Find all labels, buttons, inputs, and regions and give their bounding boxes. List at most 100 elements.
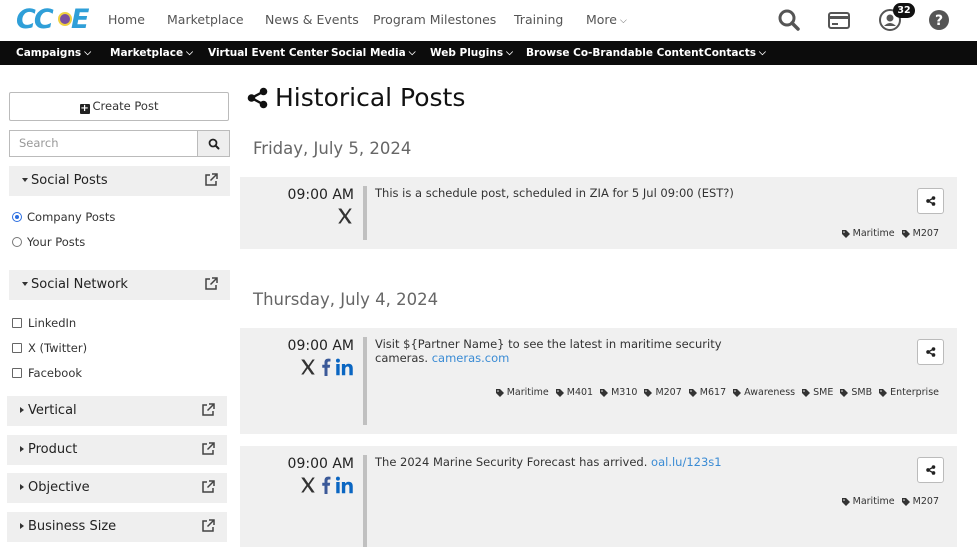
post-tags: Maritime M207 — [841, 228, 939, 239]
tag[interactable]: Maritime — [841, 496, 895, 507]
caret-right-icon — [20, 484, 24, 490]
subnav-contacts[interactable]: Contacts ⌵ — [704, 47, 766, 59]
external-link-icon[interactable] — [201, 442, 215, 456]
chevron-down-icon: ⌵ — [506, 48, 513, 58]
checkbox-twitter[interactable]: X (Twitter) — [12, 341, 87, 355]
search-icon — [208, 138, 220, 150]
post-networks — [299, 476, 354, 496]
tag[interactable]: Awareness — [733, 387, 795, 398]
date-heading: Thursday, July 4, 2024 — [253, 290, 439, 309]
subnav-social-media-label: Social Media — [331, 47, 406, 59]
tag[interactable]: M617 — [688, 387, 726, 398]
nav-marketplace[interactable]: Marketplace — [167, 12, 244, 27]
subnav-browse-content[interactable]: Browse Co-Brandable Content — [526, 47, 704, 59]
radio-your-posts[interactable]: Your Posts — [12, 235, 85, 249]
tag-label: Enterprise — [890, 387, 939, 398]
post-time: 09:00 AM — [287, 338, 354, 354]
nav-home[interactable]: Home — [108, 12, 145, 27]
post-tags: Maritime M401 M310 M207 M617 Awareness S… — [495, 387, 939, 398]
tag-label: M207 — [912, 496, 939, 507]
checkbox-facebook-label: Facebook — [28, 366, 83, 380]
post-divider — [363, 455, 367, 547]
brand-logo[interactable]: CC E — [14, 4, 89, 36]
section-vertical[interactable]: Vertical — [7, 396, 227, 426]
post-link[interactable]: oal.lu/123s1 — [651, 455, 722, 469]
tag[interactable]: SMB — [840, 387, 872, 398]
tag-icon — [555, 388, 564, 397]
nav-training[interactable]: Training — [514, 12, 563, 27]
nav-more[interactable]: More ⌵ — [586, 12, 627, 27]
subnav-social-media[interactable]: Social Media ⌵ — [331, 47, 416, 59]
search-button[interactable] — [197, 130, 230, 157]
checkbox[interactable] — [12, 343, 22, 353]
post-card: 09:00 AM Visit ${Partner Name} to see th… — [240, 328, 957, 434]
post-tags: Maritime M207 — [841, 496, 939, 507]
tag[interactable]: M207 — [901, 228, 939, 239]
checkbox[interactable] — [12, 318, 22, 328]
tag[interactable]: M401 — [555, 387, 594, 398]
post-networks — [336, 207, 354, 227]
nav-program-milestones[interactable]: Program Milestones — [373, 12, 496, 27]
checkbox-linkedin[interactable]: LinkedIn — [12, 316, 76, 330]
radio-button[interactable] — [12, 237, 22, 247]
tag-icon — [495, 388, 504, 397]
notification-badge: 32 — [893, 3, 915, 18]
post-divider — [363, 186, 367, 240]
tag[interactable]: M310 — [600, 387, 637, 398]
nav-news-events[interactable]: News & Events — [265, 12, 359, 27]
chevron-down-icon: ⌵ — [408, 48, 416, 58]
tag-label: M401 — [566, 387, 594, 398]
tag-label: M310 — [611, 387, 638, 398]
section-social-posts-label: Social Posts — [31, 173, 108, 188]
share-icon — [926, 347, 936, 357]
logo-e: E — [71, 4, 90, 35]
caret-right-icon — [20, 407, 24, 413]
tag[interactable]: Maritime — [495, 387, 549, 398]
subnav-marketplace[interactable]: Marketplace ⌵ — [110, 47, 193, 59]
external-link-icon[interactable] — [204, 277, 218, 291]
caret-down-icon — [22, 282, 28, 286]
search-icon[interactable] — [777, 8, 801, 32]
tag[interactable]: M207 — [901, 496, 939, 507]
tag-icon — [841, 229, 850, 238]
section-social-posts[interactable]: Social Posts — [9, 166, 230, 196]
section-product[interactable]: Product — [7, 435, 227, 465]
external-link-icon[interactable] — [204, 173, 218, 187]
share-button[interactable] — [917, 188, 944, 214]
section-business-size[interactable]: Business Size — [7, 512, 227, 542]
share-button[interactable] — [917, 457, 944, 483]
section-social-network[interactable]: Social Network — [9, 270, 230, 300]
external-link-icon[interactable] — [201, 519, 215, 533]
help-icon[interactable]: ? — [927, 8, 951, 32]
section-business-size-label: Business Size — [28, 519, 117, 534]
tag[interactable]: Enterprise — [879, 387, 939, 398]
section-objective[interactable]: Objective — [7, 473, 227, 503]
checkbox-facebook[interactable]: Facebook — [12, 366, 82, 380]
create-post-button[interactable]: + Create Post — [9, 92, 229, 121]
facebook-icon — [322, 358, 331, 376]
facebook-icon — [322, 476, 331, 494]
subnav-virtual-event-center[interactable]: Virtual Event Center — [208, 47, 328, 59]
radio-company-posts[interactable]: Company Posts — [12, 210, 115, 224]
share-button[interactable] — [917, 339, 944, 365]
logo-text: CC — [16, 4, 54, 35]
tag-icon — [901, 497, 910, 506]
post-link[interactable]: cameras.com — [432, 351, 510, 365]
chevron-down-icon: ⌵ — [620, 16, 627, 26]
external-link-icon[interactable] — [201, 403, 215, 417]
page-title: Historical Posts — [246, 83, 465, 112]
radio-your-posts-label: Your Posts — [27, 235, 86, 249]
subnav-campaigns[interactable]: Campaigns ⌵ — [16, 47, 91, 59]
tag-label: Maritime — [852, 228, 895, 239]
tag[interactable]: Maritime — [841, 228, 895, 239]
tag[interactable]: M207 — [644, 387, 682, 398]
post-text: Visit ${Partner Name} to see the latest … — [375, 337, 735, 365]
tag[interactable]: SME — [802, 387, 833, 398]
credit-card-icon[interactable] — [827, 8, 851, 32]
external-link-icon[interactable] — [201, 480, 215, 494]
checkbox[interactable] — [12, 368, 22, 378]
sub-navbar: Campaigns ⌵ Marketplace ⌵ Virtual Event Ce… — [0, 41, 977, 65]
radio-button-selected[interactable] — [12, 212, 22, 222]
search-input[interactable]: Search — [9, 130, 198, 157]
subnav-web-plugins[interactable]: Web Plugins ⌵ — [430, 47, 513, 59]
